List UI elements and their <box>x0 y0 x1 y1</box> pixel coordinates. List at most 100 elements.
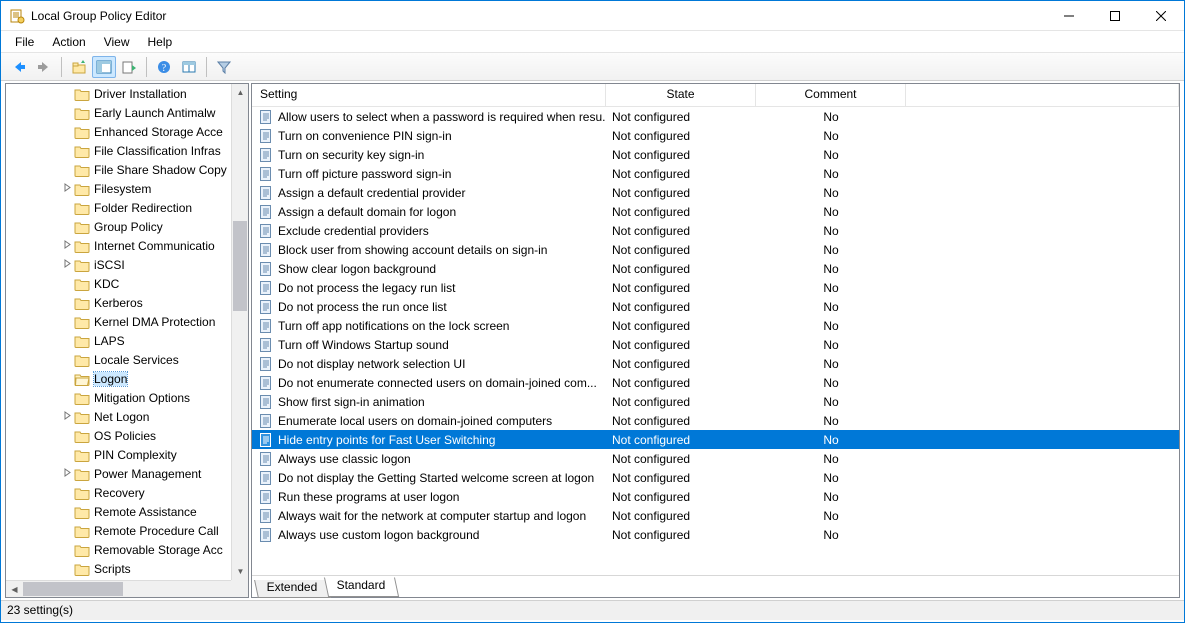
list-row[interactable]: Always wait for the network at computer … <box>252 506 1179 525</box>
tree-item[interactable]: iSCSI <box>6 255 248 274</box>
list-row[interactable]: Allow users to select when a password is… <box>252 107 1179 126</box>
maximize-button[interactable] <box>1092 1 1138 31</box>
setting-name: Do not process the run once list <box>278 300 447 314</box>
tree-item[interactable]: Removable Storage Acc <box>6 540 248 559</box>
export-list-button[interactable] <box>117 56 141 78</box>
list-row[interactable]: Turn on convenience PIN sign-inNot confi… <box>252 126 1179 145</box>
tree-item-label: KDC <box>94 277 119 291</box>
properties-button[interactable] <box>177 56 201 78</box>
tree-item[interactable]: LAPS <box>6 331 248 350</box>
tree-item-label: Early Launch Antimalw <box>94 106 215 120</box>
policy-icon <box>258 299 274 315</box>
tree-item[interactable]: Remote Assistance <box>6 502 248 521</box>
scroll-thumb[interactable] <box>233 221 247 311</box>
list-row[interactable]: Show clear logon backgroundNot configure… <box>252 259 1179 278</box>
tree-horizontal-scrollbar[interactable]: ◀ ▶ <box>6 580 248 597</box>
setting-state: Not configured <box>606 357 756 371</box>
tree-item[interactable]: Logon <box>6 369 248 388</box>
list-row[interactable]: Do not process the run once listNot conf… <box>252 297 1179 316</box>
menu-file[interactable]: File <box>7 33 42 51</box>
setting-comment: No <box>756 186 906 200</box>
tree-item[interactable]: File Share Shadow Copy <box>6 160 248 179</box>
tree-item[interactable]: Kerberos <box>6 293 248 312</box>
help-button[interactable]: ? <box>152 56 176 78</box>
tree-item[interactable]: Enhanced Storage Acce <box>6 122 248 141</box>
list-row[interactable]: Show first sign-in animationNot configur… <box>252 392 1179 411</box>
list-row[interactable]: Block user from showing account details … <box>252 240 1179 259</box>
list-row[interactable]: Hide entry points for Fast User Switchin… <box>252 430 1179 449</box>
expander-icon[interactable] <box>60 468 74 479</box>
list-row[interactable]: Turn off Windows Startup soundNot config… <box>252 335 1179 354</box>
column-header-setting[interactable]: Setting <box>252 84 606 106</box>
list-row[interactable]: Assign a default domain for logonNot con… <box>252 202 1179 221</box>
list-row[interactable]: Run these programs at user logonNot conf… <box>252 487 1179 506</box>
list-row[interactable]: Assign a default credential providerNot … <box>252 183 1179 202</box>
filter-button[interactable] <box>212 56 236 78</box>
up-level-button[interactable] <box>67 56 91 78</box>
tree-vertical-scrollbar[interactable]: ▲ ▼ <box>231 84 248 580</box>
tree-item[interactable]: Recovery <box>6 483 248 502</box>
expander-icon[interactable] <box>60 183 74 194</box>
show-hide-tree-button[interactable] <box>92 56 116 78</box>
close-button[interactable] <box>1138 1 1184 31</box>
tree-item[interactable]: File Classification Infras <box>6 141 248 160</box>
tree-item[interactable]: Scripts <box>6 559 248 578</box>
list-row[interactable]: Turn off app notifications on the lock s… <box>252 316 1179 335</box>
list-row[interactable]: Do not enumerate connected users on doma… <box>252 373 1179 392</box>
column-header-state[interactable]: State <box>606 84 756 106</box>
setting-name: Hide entry points for Fast User Switchin… <box>278 433 495 447</box>
tree-item[interactable]: Power Management <box>6 464 248 483</box>
scroll-left-button[interactable]: ◀ <box>6 581 23 598</box>
tree-item[interactable]: PIN Complexity <box>6 445 248 464</box>
policy-icon <box>258 147 274 163</box>
list-row[interactable]: Do not process the legacy run listNot co… <box>252 278 1179 297</box>
expander-icon[interactable] <box>60 411 74 422</box>
minimize-button[interactable] <box>1046 1 1092 31</box>
expander-icon[interactable] <box>60 240 74 251</box>
setting-comment: No <box>756 357 906 371</box>
list-row[interactable]: Turn off picture password sign-inNot con… <box>252 164 1179 183</box>
tree-item[interactable]: Kernel DMA Protection <box>6 312 248 331</box>
scroll-thumb[interactable] <box>23 582 123 596</box>
column-header-comment[interactable]: Comment <box>756 84 906 106</box>
list-row[interactable]: Enumerate local users on domain-joined c… <box>252 411 1179 430</box>
tree-item[interactable]: OS Policies <box>6 426 248 445</box>
tree-item[interactable]: Internet Communicatio <box>6 236 248 255</box>
column-header-extra[interactable] <box>906 84 1179 106</box>
folder-icon <box>74 486 90 500</box>
list-row[interactable]: Turn on security key sign-inNot configur… <box>252 145 1179 164</box>
setting-comment: No <box>756 433 906 447</box>
tree-item[interactable]: Driver Installation <box>6 84 248 103</box>
forward-button[interactable] <box>32 56 56 78</box>
setting-name: Run these programs at user logon <box>278 490 459 504</box>
tree-item[interactable]: Group Policy <box>6 217 248 236</box>
tree-item[interactable]: Mitigation Options <box>6 388 248 407</box>
scroll-up-button[interactable]: ▲ <box>232 84 249 101</box>
setting-name: Block user from showing account details … <box>278 243 547 257</box>
tree-item[interactable]: Early Launch Antimalw <box>6 103 248 122</box>
menu-view[interactable]: View <box>96 33 138 51</box>
tree-item[interactable]: Net Logon <box>6 407 248 426</box>
list-row[interactable]: Do not display network selection UINot c… <box>252 354 1179 373</box>
back-button[interactable] <box>7 56 31 78</box>
list-row[interactable]: Always use classic logonNot configuredNo <box>252 449 1179 468</box>
scroll-down-button[interactable]: ▼ <box>232 563 249 580</box>
expander-icon[interactable] <box>60 259 74 270</box>
policy-icon <box>258 394 274 410</box>
list-body[interactable]: Allow users to select when a password is… <box>252 107 1179 575</box>
tree-item[interactable]: Locale Services <box>6 350 248 369</box>
tab-standard[interactable]: Standard <box>324 577 399 597</box>
menu-help[interactable]: Help <box>140 33 181 51</box>
tab-extended[interactable]: Extended <box>254 580 331 598</box>
tree[interactable]: Driver Installation Early Launch Antimalw… <box>6 84 248 597</box>
setting-name: Do not enumerate connected users on doma… <box>278 376 597 390</box>
list-row[interactable]: Always use custom logon backgroundNot co… <box>252 525 1179 544</box>
tree-item[interactable]: Filesystem <box>6 179 248 198</box>
tree-item[interactable]: KDC <box>6 274 248 293</box>
setting-state: Not configured <box>606 281 756 295</box>
menu-action[interactable]: Action <box>44 33 93 51</box>
list-row[interactable]: Do not display the Getting Started welco… <box>252 468 1179 487</box>
tree-item[interactable]: Folder Redirection <box>6 198 248 217</box>
list-row[interactable]: Exclude credential providersNot configur… <box>252 221 1179 240</box>
tree-item[interactable]: Remote Procedure Call <box>6 521 248 540</box>
